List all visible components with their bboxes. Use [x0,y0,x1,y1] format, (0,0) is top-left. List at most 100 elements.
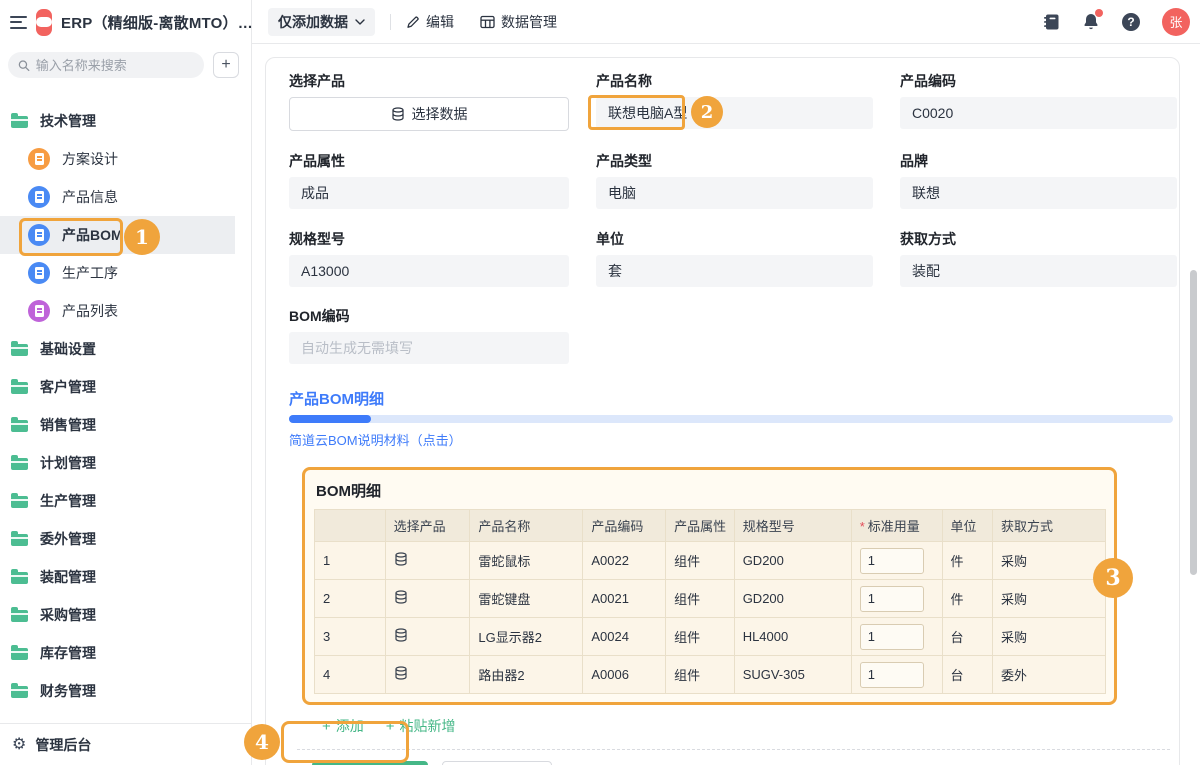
sidebar-item-scheme-design[interactable]: 方案设计 [0,140,251,178]
row-select-data-button[interactable] [385,580,470,618]
col-acquire: 获取方式 [992,510,1105,542]
help-icon[interactable]: ? [1122,13,1140,31]
sidebar: ERP（精细版-离散MTO）…… + 技术管理 方案设计 产品信息 产品BOM … [0,0,252,765]
bom-doc-link[interactable]: 简道云BOM说明材料（点击） [289,430,1178,449]
folder-icon [11,420,28,432]
row-select-data-button[interactable] [385,542,470,580]
sidebar-item-purchase-mgmt[interactable]: 采购管理 [0,596,251,634]
add-data-mode-dropdown[interactable]: 仅添加数据 [268,8,375,36]
add-app-button[interactable]: + [213,52,239,78]
form-card: 选择产品 选择数据 产品名称 联想电脑A型 产品编码 C0020 [265,57,1180,765]
folder-icon [11,496,28,508]
sidebar-item-sales-mgmt[interactable]: 销售管理 [0,406,251,444]
search-box[interactable] [8,52,204,78]
database-icon [391,107,405,121]
sidebar-item-outsource-mgmt[interactable]: 委外管理 [0,520,251,558]
sidebar-item-inventory-mgmt[interactable]: 库存管理 [0,634,251,672]
admin-backend-link[interactable]: ⚙ 管理后台 [0,723,251,765]
collapse-menu-icon[interactable] [10,16,27,29]
product-attr-value: 成品 [289,177,569,209]
bom-row: 2 雷蛇键盘 A0021 组件 GD200 件 采购 [315,580,1106,618]
toolbar-right: ? 张 [1043,8,1194,36]
product-type-value: 电脑 [596,177,873,209]
bom-row: 1 雷蛇鼠标 A0022 组件 GD200 件 采购 [315,542,1106,580]
avatar[interactable]: 张 [1162,8,1190,36]
submit-button[interactable]: 提交 [312,761,428,765]
col-product-code: 产品编码 [583,510,666,542]
sidebar-item-finance-mgmt[interactable]: 财务管理 [0,672,251,710]
product-attr-label: 产品属性 [289,154,569,168]
sidebar-item-tech-mgmt[interactable]: 技术管理 [0,102,251,140]
notifications-button[interactable] [1082,12,1100,31]
sidebar-item-product-info[interactable]: 产品信息 [0,178,251,216]
app-logo[interactable] [36,9,52,36]
col-unit: 单位 [942,510,992,542]
pencil-icon [406,15,420,29]
qty-input[interactable] [860,624,924,650]
journal-icon[interactable] [1043,13,1060,31]
brand-value: 联想 [900,177,1177,209]
bom-code-label: BOM编码 [289,309,569,323]
folder-icon [11,572,28,584]
col-select-product: 选择产品 [385,510,470,542]
folder-icon [11,116,28,128]
acquire-value: 装配 [900,255,1177,287]
sidebar-item-basic-settings[interactable]: 基础设置 [0,330,251,368]
qty-input[interactable] [860,662,924,688]
sidebar-search-row: + [0,44,251,86]
sidebar-item-product-bom[interactable]: 产品BOM [0,216,235,254]
folder-icon [11,534,28,546]
acquire-label: 获取方式 [900,232,1177,246]
sidebar-nav: 技术管理 方案设计 产品信息 产品BOM 生产工序 产品列表 基础设置 客户管理… [0,102,251,710]
search-input[interactable] [36,58,194,73]
row-select-data-button[interactable] [385,618,470,656]
clipboard-icon [28,186,50,208]
search-icon [18,59,30,72]
bom-table: 选择产品 产品名称 产品编码 产品属性 规格型号 *标准用量 单位 获取方式 [314,509,1106,694]
product-code-value: C0020 [900,97,1177,129]
app-title: ERP（精细版-离散MTO）…… [61,12,268,33]
product-code-label: 产品编码 [900,74,1177,88]
col-product-attr: 产品属性 [666,510,735,542]
sidebar-item-production-mgmt[interactable]: 生产管理 [0,482,251,520]
paste-add-link[interactable]: +粘贴新增 [386,716,456,736]
edit-button[interactable]: 编辑 [406,12,454,32]
qty-input[interactable] [860,586,924,612]
database-icon [394,666,408,680]
row-select-data-button[interactable] [385,656,470,694]
col-spec: 规格型号 [734,510,851,542]
annotation-step-3: 3 [1093,558,1133,598]
table-grid-icon [480,15,495,29]
tab-product-bom-detail[interactable]: 产品BOM明细 [289,388,1178,409]
col-std-qty: *标准用量 [851,510,942,542]
bom-code-input[interactable] [289,332,569,364]
select-data-button[interactable]: 选择数据 [289,97,569,131]
toolbar-divider [390,14,391,30]
app-window: ERP（精细版-离散MTO）…… + 技术管理 方案设计 产品信息 产品BOM … [0,0,1200,765]
sidebar-item-assembly-mgmt[interactable]: 装配管理 [0,558,251,596]
sidebar-item-plan-mgmt[interactable]: 计划管理 [0,444,251,482]
sidebar-item-product-list[interactable]: 产品列表 [0,292,251,330]
qty-input[interactable] [860,548,924,574]
col-product-name: 产品名称 [470,510,583,542]
tab-progress-bar [289,415,1173,423]
sidebar-item-production-process[interactable]: 生产工序 [0,254,251,292]
annotation-step-2: 2 [691,96,723,128]
clipboard-icon [28,224,50,246]
bom-header-row: 选择产品 产品名称 产品编码 产品属性 规格型号 *标准用量 单位 获取方式 [315,510,1106,542]
save-draft-button[interactable]: 保存草稿 [442,761,552,765]
required-mark: * [860,519,865,534]
add-row-link[interactable]: +添加 [322,716,364,736]
bom-row: 3 LG显示器2 A0024 组件 HL4000 台 采购 [315,618,1106,656]
doc-icon [28,262,50,284]
database-icon [394,628,408,642]
annotation-step-1: 1 [124,219,160,255]
doc-icon [28,148,50,170]
vertical-scrollbar[interactable] [1190,270,1197,575]
data-manage-button[interactable]: 数据管理 [480,12,557,32]
bom-detail-box: BOM明细 选择产品 产品名称 产品编码 产品属性 规格型号 *标准用 [302,467,1117,705]
product-type-label: 产品类型 [596,154,873,168]
database-icon [394,590,408,604]
unit-value: 套 [596,255,873,287]
sidebar-item-customer-mgmt[interactable]: 客户管理 [0,368,251,406]
